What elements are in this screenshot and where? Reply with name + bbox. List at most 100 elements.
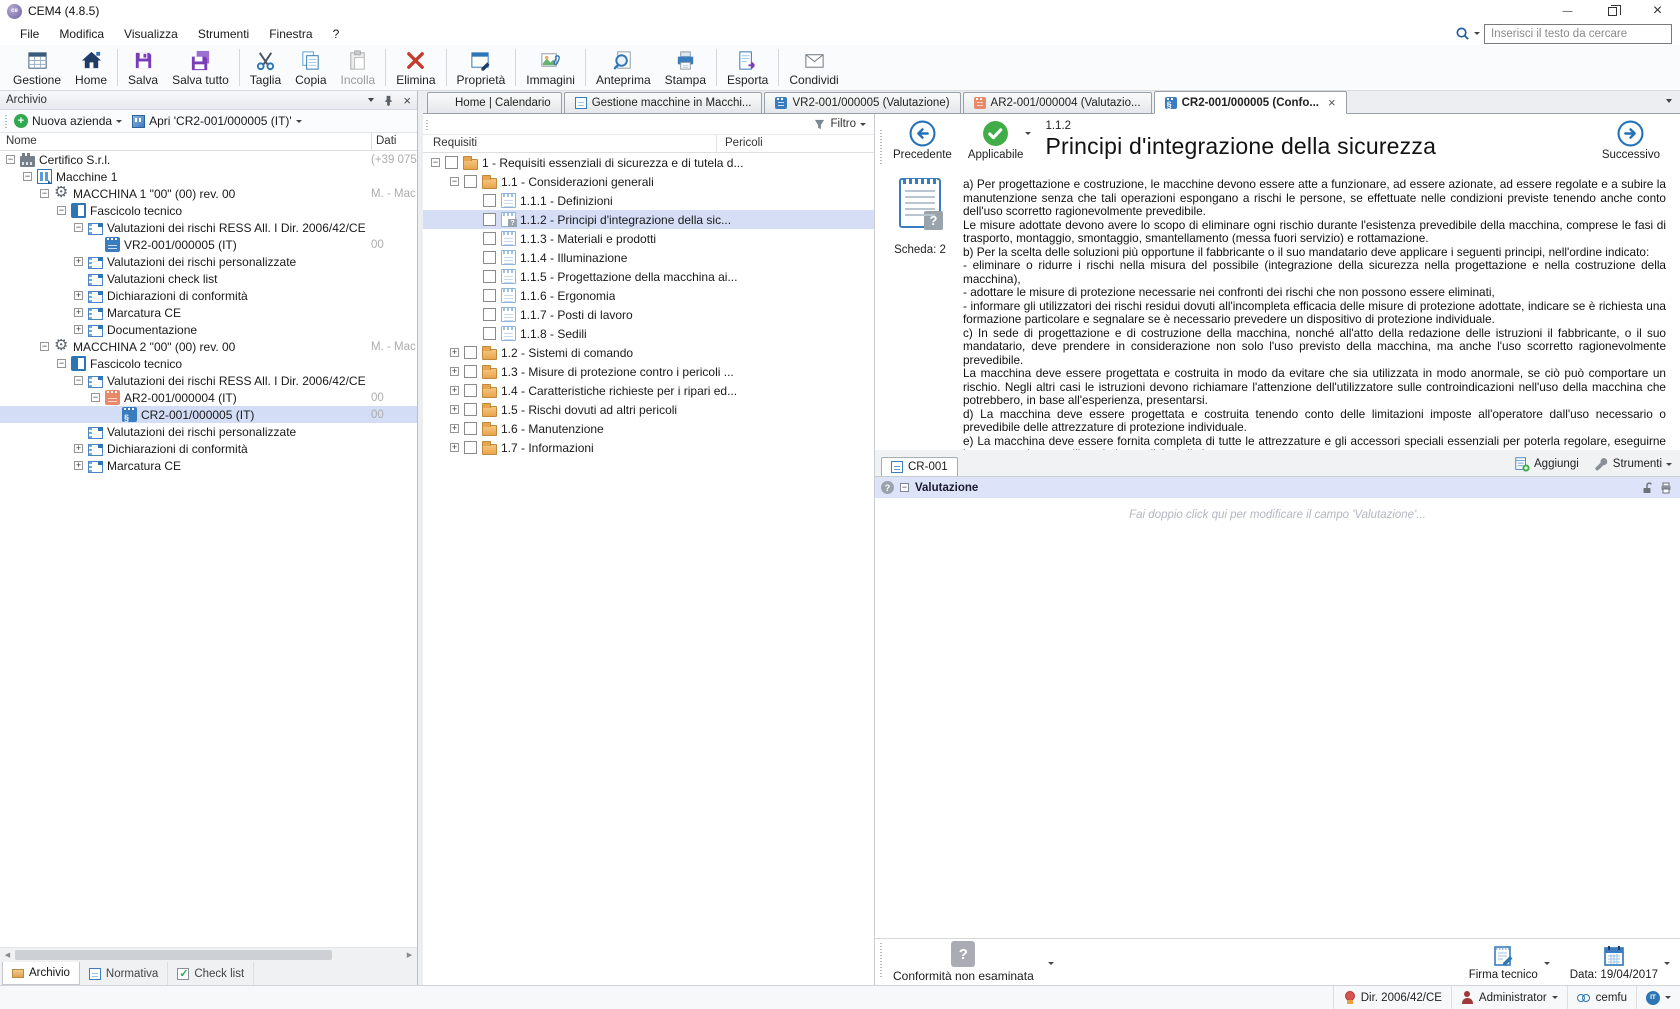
applicabile-button[interactable]: Applicabile bbox=[968, 120, 1024, 161]
stampa-button[interactable]: Stampa bbox=[658, 45, 713, 90]
tree-row[interactable]: Fascicolo tecnico bbox=[0, 355, 417, 372]
column-nome[interactable]: Nome bbox=[0, 133, 371, 150]
requirement-checkbox[interactable] bbox=[483, 232, 496, 245]
language-caret[interactable] bbox=[1665, 996, 1671, 999]
tree-expander[interactable] bbox=[74, 291, 83, 300]
requirement-row[interactable]: 1.6 - Manutenzione bbox=[423, 419, 874, 438]
esporta-button[interactable]: Esporta bbox=[720, 45, 775, 90]
requirement-checkbox[interactable] bbox=[445, 156, 458, 169]
section-collapse-icon[interactable] bbox=[900, 483, 909, 492]
requirement-row[interactable]: 1.5 - Rischi dovuti ad altri pericoli bbox=[423, 400, 874, 419]
minimize-button[interactable] bbox=[1545, 0, 1590, 22]
tree-expander[interactable] bbox=[450, 177, 459, 186]
new-company-button[interactable]: Nuova azienda bbox=[32, 114, 112, 128]
requirement-checkbox[interactable] bbox=[483, 213, 496, 226]
requirement-checkbox[interactable] bbox=[483, 270, 496, 283]
conformity-status-button[interactable]: Conformità non esaminata bbox=[893, 941, 1034, 983]
search-icon[interactable] bbox=[1455, 26, 1470, 41]
requirement-checkbox[interactable] bbox=[483, 308, 496, 321]
panel-close-icon[interactable] bbox=[403, 93, 411, 108]
open-document-button[interactable]: Apri 'CR2-001/000005 (IT)' bbox=[149, 114, 292, 128]
requirement-row[interactable]: 1.1.4 - Illuminazione bbox=[423, 248, 874, 267]
requirement-row[interactable]: 1.4 - Caratteristiche richieste per i ri… bbox=[423, 381, 874, 400]
requirement-checkbox[interactable] bbox=[464, 384, 477, 397]
requirement-checkbox[interactable] bbox=[464, 441, 477, 454]
menu-item[interactable]: Visualizza bbox=[114, 24, 188, 44]
tree-row[interactable]: Marcatura CE bbox=[0, 304, 417, 321]
requirement-row[interactable]: 1.1.6 - Ergonomia bbox=[423, 286, 874, 305]
new-company-caret[interactable] bbox=[116, 120, 122, 123]
requirement-row[interactable]: 1.1.7 - Posti di lavoro bbox=[423, 305, 874, 324]
unlock-icon[interactable] bbox=[1641, 482, 1653, 494]
firma-tecnico-button[interactable]: Firma tecnico bbox=[1469, 944, 1538, 981]
subtab-cr-001[interactable]: CR-001 bbox=[881, 457, 958, 476]
tab-list-caret[interactable] bbox=[1666, 99, 1672, 103]
tree-row[interactable]: Dichiarazioni di conformità bbox=[0, 287, 417, 304]
copia-button[interactable]: Copia bbox=[288, 45, 333, 90]
tree-row[interactable]: MACCHINA 1 "00" (00) rev. 00 M. - Mac bbox=[0, 185, 417, 202]
tree-expander[interactable] bbox=[57, 359, 66, 368]
data-button[interactable]: Data: 19/04/2017 bbox=[1570, 944, 1658, 981]
tree-expander[interactable] bbox=[450, 367, 459, 376]
scroll-left-icon[interactable] bbox=[0, 948, 15, 962]
conformity-caret[interactable] bbox=[1048, 962, 1054, 965]
archive-hscrollbar[interactable] bbox=[0, 947, 417, 962]
filter-caret[interactable] bbox=[860, 123, 866, 126]
requirement-checkbox[interactable] bbox=[464, 403, 477, 416]
menu-item[interactable]: File bbox=[10, 24, 49, 44]
user-caret[interactable] bbox=[1552, 996, 1558, 999]
menu-item[interactable]: Modifica bbox=[49, 24, 114, 44]
requirement-row[interactable]: 1.1.1 - Definizioni bbox=[423, 191, 874, 210]
aggiungi-button[interactable]: Aggiungi bbox=[1514, 456, 1579, 472]
menu-item[interactable]: ? bbox=[323, 24, 350, 44]
tree-expander[interactable] bbox=[74, 257, 83, 266]
precedente-button[interactable]: Precedente bbox=[893, 120, 952, 161]
immagini-button[interactable]: Immagini bbox=[519, 45, 582, 90]
requirement-row[interactable]: 1 - Requisiti essenziali di sicurezza e … bbox=[423, 153, 874, 172]
tree-expander[interactable] bbox=[450, 386, 459, 395]
tab-close-icon[interactable] bbox=[1324, 95, 1336, 110]
proprieta-button[interactable]: Proprietà bbox=[450, 45, 513, 90]
tree-row[interactable]: Macchine 1 bbox=[0, 168, 417, 185]
tree-row[interactable]: Valutazioni dei rischi RESS All. I Dir. … bbox=[0, 219, 417, 236]
firma-caret[interactable] bbox=[1544, 962, 1550, 965]
tree-expander[interactable] bbox=[74, 223, 83, 232]
incolla-button[interactable]: Incolla bbox=[334, 45, 383, 90]
tree-row[interactable]: Fascicolo tecnico bbox=[0, 202, 417, 219]
column-pericoli[interactable]: Pericoli bbox=[717, 135, 874, 152]
requirement-row[interactable]: 1.1.2 - Principi d'integrazione della si… bbox=[423, 210, 874, 229]
requirement-row[interactable]: 1.2 - Sistemi di comando bbox=[423, 343, 874, 362]
requirement-row[interactable]: 1.1.8 - Sedili bbox=[423, 324, 874, 343]
help-circle-icon[interactable] bbox=[881, 481, 894, 494]
tree-expander[interactable] bbox=[40, 189, 49, 198]
strumenti-caret[interactable] bbox=[1666, 463, 1672, 466]
toolbar-grip[interactable] bbox=[4, 114, 8, 128]
tree-expander[interactable] bbox=[40, 342, 49, 351]
tree-expander[interactable] bbox=[74, 308, 83, 317]
home-button[interactable]: Home bbox=[68, 45, 114, 90]
tab-archivio[interactable]: Archivio bbox=[2, 962, 80, 985]
anteprima-button[interactable]: Anteprima bbox=[589, 45, 658, 90]
tree-expander[interactable] bbox=[450, 424, 459, 433]
search-input[interactable] bbox=[1484, 24, 1672, 44]
tree-row[interactable]: Valutazioni dei rischi personalizzate bbox=[0, 253, 417, 270]
tree-row[interactable]: VR2-001/000005 (IT) 00 bbox=[0, 236, 417, 253]
tree-row[interactable]: Valutazioni dei rischi personalizzate bbox=[0, 423, 417, 440]
taglia-button[interactable]: Taglia bbox=[243, 45, 288, 90]
requirement-checkbox[interactable] bbox=[483, 327, 496, 340]
tab-normativa[interactable]: Normativa bbox=[80, 962, 168, 985]
successivo-button[interactable]: Successivo bbox=[1602, 120, 1660, 161]
tree-expander[interactable] bbox=[74, 461, 83, 470]
salva-button[interactable]: Salva bbox=[121, 45, 165, 90]
connection-status[interactable]: cemfu bbox=[1567, 986, 1636, 1009]
scroll-thumb[interactable] bbox=[15, 950, 332, 960]
tree-row[interactable]: Documentazione bbox=[0, 321, 417, 338]
printer-icon[interactable] bbox=[1660, 482, 1672, 494]
gestione-button[interactable]: Gestione bbox=[6, 45, 68, 90]
conformity-grip[interactable] bbox=[879, 943, 883, 977]
tree-row[interactable]: Dichiarazioni di conformità bbox=[0, 440, 417, 457]
tree-expander[interactable] bbox=[23, 172, 32, 181]
tree-expander[interactable] bbox=[431, 158, 440, 167]
maximize-button[interactable] bbox=[1590, 0, 1635, 22]
tree-expander[interactable] bbox=[74, 376, 83, 385]
